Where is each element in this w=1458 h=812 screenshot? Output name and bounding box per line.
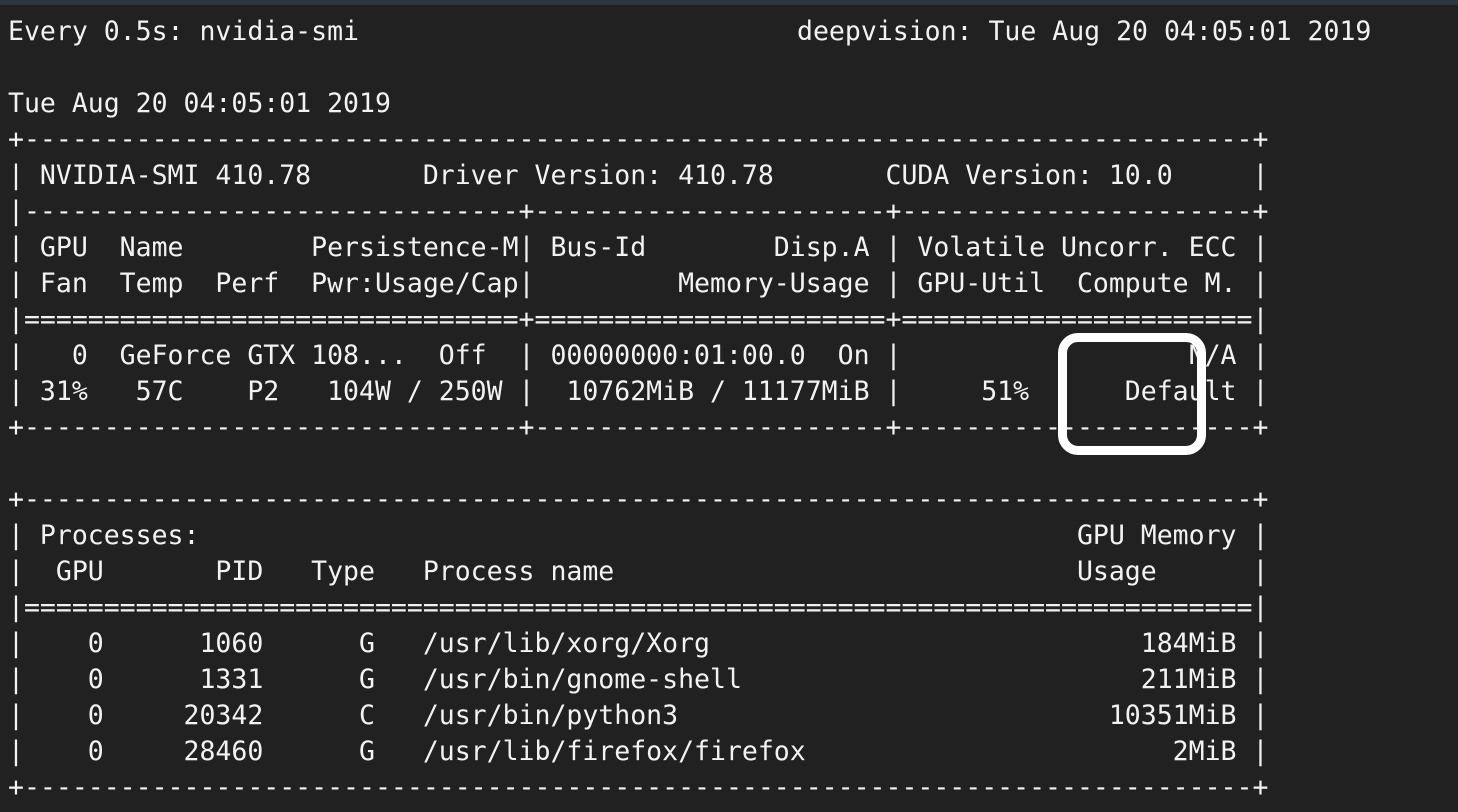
smi-table-bottom-border: +-------------------------------+-------… (8, 412, 1269, 443)
smi-column-header-row-2: | Fan Temp Perf Pwr:Usage/Cap| Memory-Us… (8, 268, 1269, 299)
terminal-window: Every 0.5s: nvidia-smi deepvision: Tue A… (0, 0, 1458, 812)
process-row: | 0 1331 G /usr/bin/gnome-shell 211MiB | (8, 664, 1269, 695)
processes-separator: |=======================================… (8, 592, 1269, 623)
processes-table-bottom-border: +---------------------------------------… (8, 772, 1269, 803)
processes-column-header-row: | GPU PID Type Process name Usage | (8, 556, 1269, 587)
smi-table-top-border: +---------------------------------------… (8, 124, 1269, 155)
smi-separator-2: |===============================+=======… (8, 304, 1269, 335)
process-row: | 0 28460 G /usr/lib/firefox/firefox 2Mi… (8, 736, 1269, 767)
smi-gpu-row-2: | 31% 57C P2 104W / 250W | 10762MiB / 11… (8, 376, 1269, 407)
processes-title-row: | Processes: GPU Memory | (8, 520, 1269, 551)
smi-version-row: | NVIDIA-SMI 410.78 Driver Version: 410.… (8, 160, 1269, 191)
process-row: | 0 20342 C /usr/bin/python3 10351MiB | (8, 700, 1269, 731)
processes-table-top-border: +---------------------------------------… (8, 484, 1269, 515)
smi-gpu-row-1: | 0 GeForce GTX 108... Off | 00000000:01… (8, 340, 1269, 371)
smi-separator-1: |-------------------------------+-------… (8, 196, 1269, 227)
nvidia-smi-timestamp: Tue Aug 20 04:05:01 2019 (8, 88, 391, 119)
process-row: | 0 1060 G /usr/lib/xorg/Xorg 184MiB | (8, 628, 1269, 659)
watch-header-left: Every 0.5s: nvidia-smi (8, 16, 359, 47)
watch-header-right: deepvision: Tue Aug 20 04:05:01 2019 (797, 16, 1372, 47)
terminal-output[interactable]: Every 0.5s: nvidia-smi deepvision: Tue A… (0, 5, 1458, 812)
smi-column-header-row-1: | GPU Name Persistence-M| Bus-Id Disp.A … (8, 232, 1269, 263)
